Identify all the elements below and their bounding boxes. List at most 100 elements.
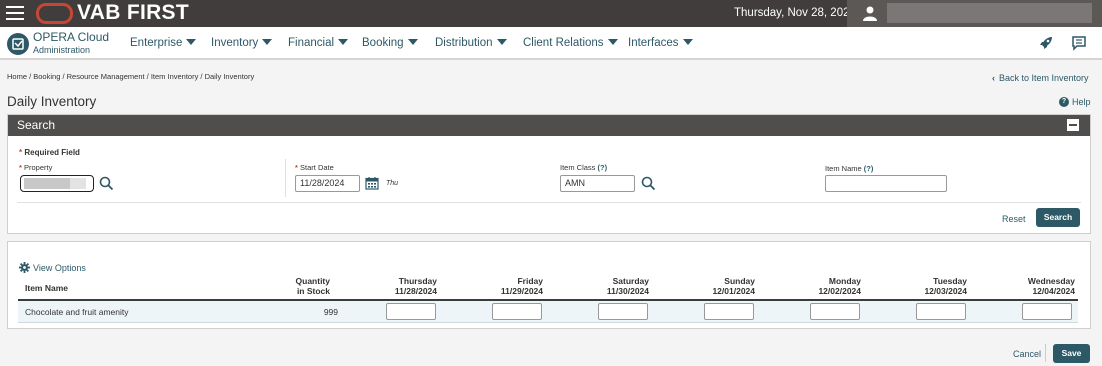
start-date-label-text: Start Date <box>300 163 334 172</box>
inventory-cell-input[interactable] <box>810 303 860 320</box>
user-icon <box>863 6 877 21</box>
item-name-input[interactable] <box>825 175 947 192</box>
menu-icon[interactable] <box>6 6 24 21</box>
start-date-label: * Start Date <box>295 163 334 172</box>
footer-divider <box>1045 344 1046 362</box>
field-divider <box>285 159 286 197</box>
day-date: 12/04/2024 <box>1032 286 1075 296</box>
main-nav: OPERA Cloud Administration Enterprise In… <box>0 27 1102 60</box>
nav-client-relations[interactable]: Client Relations <box>523 37 618 49</box>
required-star: * <box>19 148 23 157</box>
nav-label: Interfaces <box>628 37 679 49</box>
search-divider <box>17 202 1081 203</box>
inventory-cell-input[interactable] <box>704 303 754 320</box>
search-panel: Search * Required Field * Property * Sta… <box>7 114 1091 234</box>
cancel-link[interactable]: Cancel <box>1013 349 1041 359</box>
user-menu[interactable] <box>847 0 1102 27</box>
help-link[interactable]: ? Help <box>1059 97 1091 107</box>
search-icon[interactable] <box>641 176 656 191</box>
day-date: 12/03/2024 <box>924 286 967 296</box>
caret-down-icon <box>682 39 693 45</box>
day-date: 11/29/2024 <box>500 286 543 296</box>
day-name: Friday <box>517 276 543 286</box>
nav-label: Inventory <box>211 37 259 49</box>
day-name: Sunday <box>724 276 755 286</box>
help-icon: ? <box>1059 97 1069 107</box>
app-subtitle: Administration <box>33 45 91 55</box>
table-row: Chocolate and fruit amenity 999 <box>18 301 1078 323</box>
start-day: Thu <box>386 180 399 187</box>
inventory-cell-input[interactable] <box>916 303 966 320</box>
nav-enterprise[interactable]: Enterprise <box>130 37 197 49</box>
day-column-header: Sunday 12/01/2024 <box>695 276 755 296</box>
rocket-icon[interactable] <box>1038 35 1054 51</box>
reset-link[interactable]: Reset <box>1002 214 1026 224</box>
nav-booking[interactable]: Booking <box>362 37 418 49</box>
nav-interfaces[interactable]: Interfaces <box>628 37 693 49</box>
nav-inventory[interactable]: Inventory <box>211 37 273 49</box>
item-class-help-link[interactable]: (?) <box>598 163 608 172</box>
save-button[interactable]: Save <box>1053 344 1090 363</box>
business-date: Thursday, Nov 28, 2024 <box>734 7 856 19</box>
item-class-label: Item Class (?) <box>560 163 607 172</box>
inventory-grid-panel: View Options Item Name Quantity in Stock… <box>7 241 1091 329</box>
caret-down-icon <box>607 39 618 45</box>
calendar-icon[interactable] <box>365 176 379 190</box>
breadcrumb[interactable]: Home / Booking / Resource Management / I… <box>7 72 254 81</box>
property-value-redacted <box>24 178 70 189</box>
quantity-header-line1: Quantity <box>295 276 330 286</box>
property-value-redacted <box>70 178 86 189</box>
day-column-header: Wednesday 12/04/2024 <box>1013 276 1075 296</box>
collapse-icon[interactable] <box>1067 119 1079 131</box>
day-name: Tuesday <box>933 276 967 286</box>
property-input[interactable] <box>20 175 94 192</box>
quantity-column-header: Quantity in Stock <box>278 276 330 296</box>
back-to-item-inventory-link[interactable]: ‹ Back to Item Inventory <box>992 73 1089 83</box>
nav-label: Client Relations <box>523 37 604 49</box>
page-title: Daily Inventory <box>7 94 97 109</box>
nav-label: Booking <box>362 37 404 49</box>
search-panel-header: Search <box>8 115 1090 136</box>
app-icon[interactable] <box>7 33 29 55</box>
search-icon[interactable] <box>99 176 114 191</box>
chat-icon[interactable] <box>1071 35 1087 51</box>
help-label: Help <box>1072 97 1091 107</box>
day-date: 11/30/2024 <box>606 286 649 296</box>
day-date: 11/28/2024 <box>394 286 437 296</box>
day-column-header: Tuesday 12/03/2024 <box>907 276 967 296</box>
nav-label: Enterprise <box>130 37 183 49</box>
required-star: * <box>295 163 298 172</box>
nav-distribution[interactable]: Distribution <box>435 37 507 49</box>
view-options-link[interactable]: View Options <box>19 262 86 273</box>
item-class-input[interactable]: AMN <box>560 175 635 192</box>
view-options-label: View Options <box>33 262 86 273</box>
property-label: * Property <box>19 163 52 172</box>
day-name: Thursday <box>398 276 437 286</box>
brand-logo: VAB FIRST <box>36 1 189 24</box>
day-column-header: Friday 11/29/2024 <box>483 276 543 296</box>
item-name-help-link[interactable]: (?) <box>864 164 874 173</box>
brand-name: VAB FIRST <box>77 1 189 24</box>
item-name-label-text: Item Name <box>825 164 862 173</box>
search-button[interactable]: Search <box>1036 208 1080 227</box>
caret-down-icon <box>338 39 349 45</box>
inventory-cell-input[interactable] <box>492 303 542 320</box>
day-name: Wednesday <box>1027 276 1075 286</box>
row-quantity: 999 <box>323 307 338 317</box>
inventory-cell-input[interactable] <box>386 303 436 320</box>
day-column-header: Thursday 11/28/2024 <box>377 276 437 296</box>
item-name-column-header: Item Name <box>25 283 68 293</box>
back-link-label: Back to Item Inventory <box>999 73 1089 83</box>
nav-label: Financial <box>288 37 335 49</box>
day-column-header: Monday 12/02/2024 <box>801 276 861 296</box>
required-field-note: * Required Field <box>19 148 80 157</box>
caret-down-icon <box>496 39 507 45</box>
nav-financial[interactable]: Financial <box>288 37 349 49</box>
item-class-label-text: Item Class <box>560 163 596 172</box>
inventory-cell-input[interactable] <box>1022 303 1072 320</box>
item-name-label: Item Name (?) <box>825 164 873 173</box>
caret-down-icon <box>186 39 197 45</box>
start-date-input[interactable]: 11/28/2024 <box>295 175 360 192</box>
inventory-cell-input[interactable] <box>598 303 648 320</box>
property-label-text: Property <box>24 163 53 172</box>
